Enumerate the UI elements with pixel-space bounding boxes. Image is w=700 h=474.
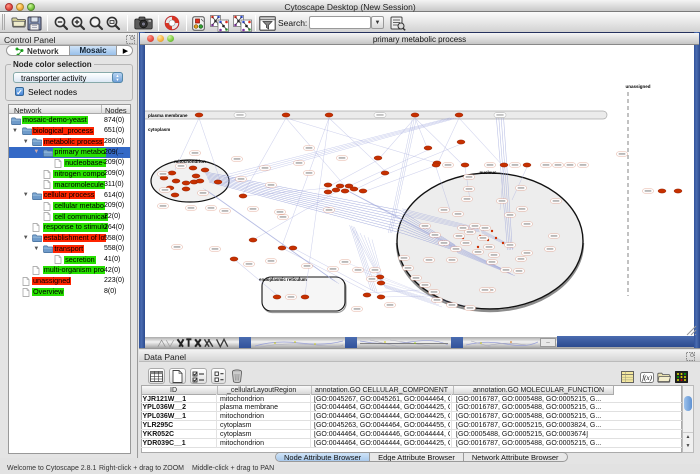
svg-text:nucleus: nucleus xyxy=(479,170,497,175)
svg-text:endoplasmic reticulum: endoplasmic reticulum xyxy=(259,277,307,282)
svg-text:plasma membrane: plasma membrane xyxy=(148,113,188,118)
svg-text:f(x): f(x) xyxy=(642,374,652,382)
svg-text:unassigned: unassigned xyxy=(625,84,650,89)
svg-text:cytoplasm: cytoplasm xyxy=(148,127,170,132)
